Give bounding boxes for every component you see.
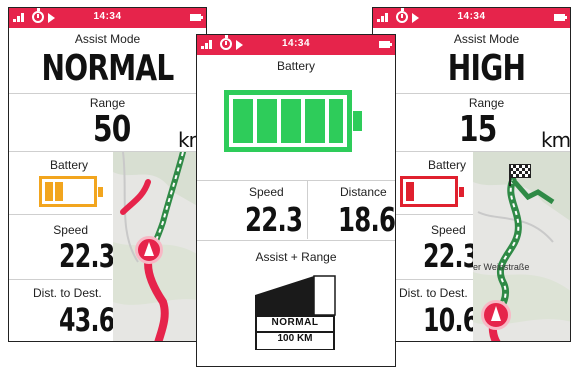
range-value: 50: [93, 109, 131, 150]
dist-to-dest-value: 43.6: [59, 301, 115, 339]
battery-label: Battery: [428, 158, 467, 172]
status-time: 14:34: [281, 38, 311, 49]
device-screen-normal: 14:34 Assist Mode NORMAL Range 50 km Bat…: [8, 7, 207, 342]
assist-mode-label: Assist Mode: [453, 32, 520, 46]
finish-flag-icon: [509, 164, 531, 178]
speed-value: 22.3: [423, 237, 479, 275]
divider: [197, 180, 395, 181]
range-unit: km: [541, 128, 571, 152]
speed-label: Speed: [53, 223, 88, 237]
speed-value: 22.3: [245, 200, 303, 239]
speed-label: Speed: [249, 185, 284, 199]
status-bar: 14:34: [373, 8, 570, 28]
dist-to-dest-value: 10.6: [423, 301, 479, 339]
speed-label: Speed: [431, 223, 466, 237]
finish-flag-pole: [509, 164, 511, 186]
device-screen-battery-detail: 14:34 Battery Speed 22.3 Distance 18.6 A…: [196, 34, 396, 367]
assist-mode-badge-text: NORMAL: [271, 317, 319, 328]
divider: [373, 93, 570, 94]
divider: [9, 214, 112, 215]
navigation-map[interactable]: L: [113, 152, 206, 341]
assist-mode-label: Assist Mode: [74, 32, 141, 46]
dist-to-dest-label: Dist. to Dest.: [399, 286, 468, 300]
status-bar: 14:34: [197, 35, 395, 55]
range-value: 15: [459, 109, 497, 150]
divider: [307, 181, 308, 239]
navigation-arrow-icon: [135, 236, 163, 264]
assist-range-badge-text: 100 KM: [277, 333, 313, 344]
assist-mode-value[interactable]: NORMAL: [31, 48, 185, 89]
status-time: 14:34: [457, 11, 486, 22]
battery-full-icon: [224, 90, 362, 152]
battery-low-icon: [400, 176, 464, 207]
device-screen-high: 14:34 Assist Mode HIGH Range 15 km Batte…: [372, 7, 571, 342]
battery-label: Battery: [276, 59, 315, 73]
dist-to-dest-label: Dist. to Dest.: [33, 286, 102, 300]
status-battery-icon: [554, 14, 567, 21]
battery-label: Battery: [49, 158, 88, 172]
range-label: Range: [89, 96, 126, 110]
divider: [9, 93, 206, 94]
range-label: Range: [468, 96, 505, 110]
assist-range-label: Assist + Range: [255, 250, 337, 264]
assist-level-badge[interactable]: NORMAL 100 KM: [254, 275, 336, 351]
status-time: 14:34: [93, 11, 122, 22]
distance-value: 18.6: [338, 200, 396, 239]
assist-mode-value[interactable]: HIGH: [421, 48, 551, 89]
battery-medium-icon: [39, 176, 103, 207]
map-street-label: er Weinstraße: [473, 262, 530, 272]
navigation-map[interactable]: er Weinstraße: [473, 152, 570, 341]
status-bar: 14:34: [9, 8, 206, 28]
navigation-arrow-icon: [481, 300, 511, 330]
status-battery-icon: [190, 14, 203, 21]
status-battery-icon: [379, 41, 392, 48]
distance-label: Distance: [340, 185, 387, 199]
divider: [9, 279, 112, 280]
divider: [197, 240, 395, 241]
speed-value: 22.3: [59, 237, 115, 275]
